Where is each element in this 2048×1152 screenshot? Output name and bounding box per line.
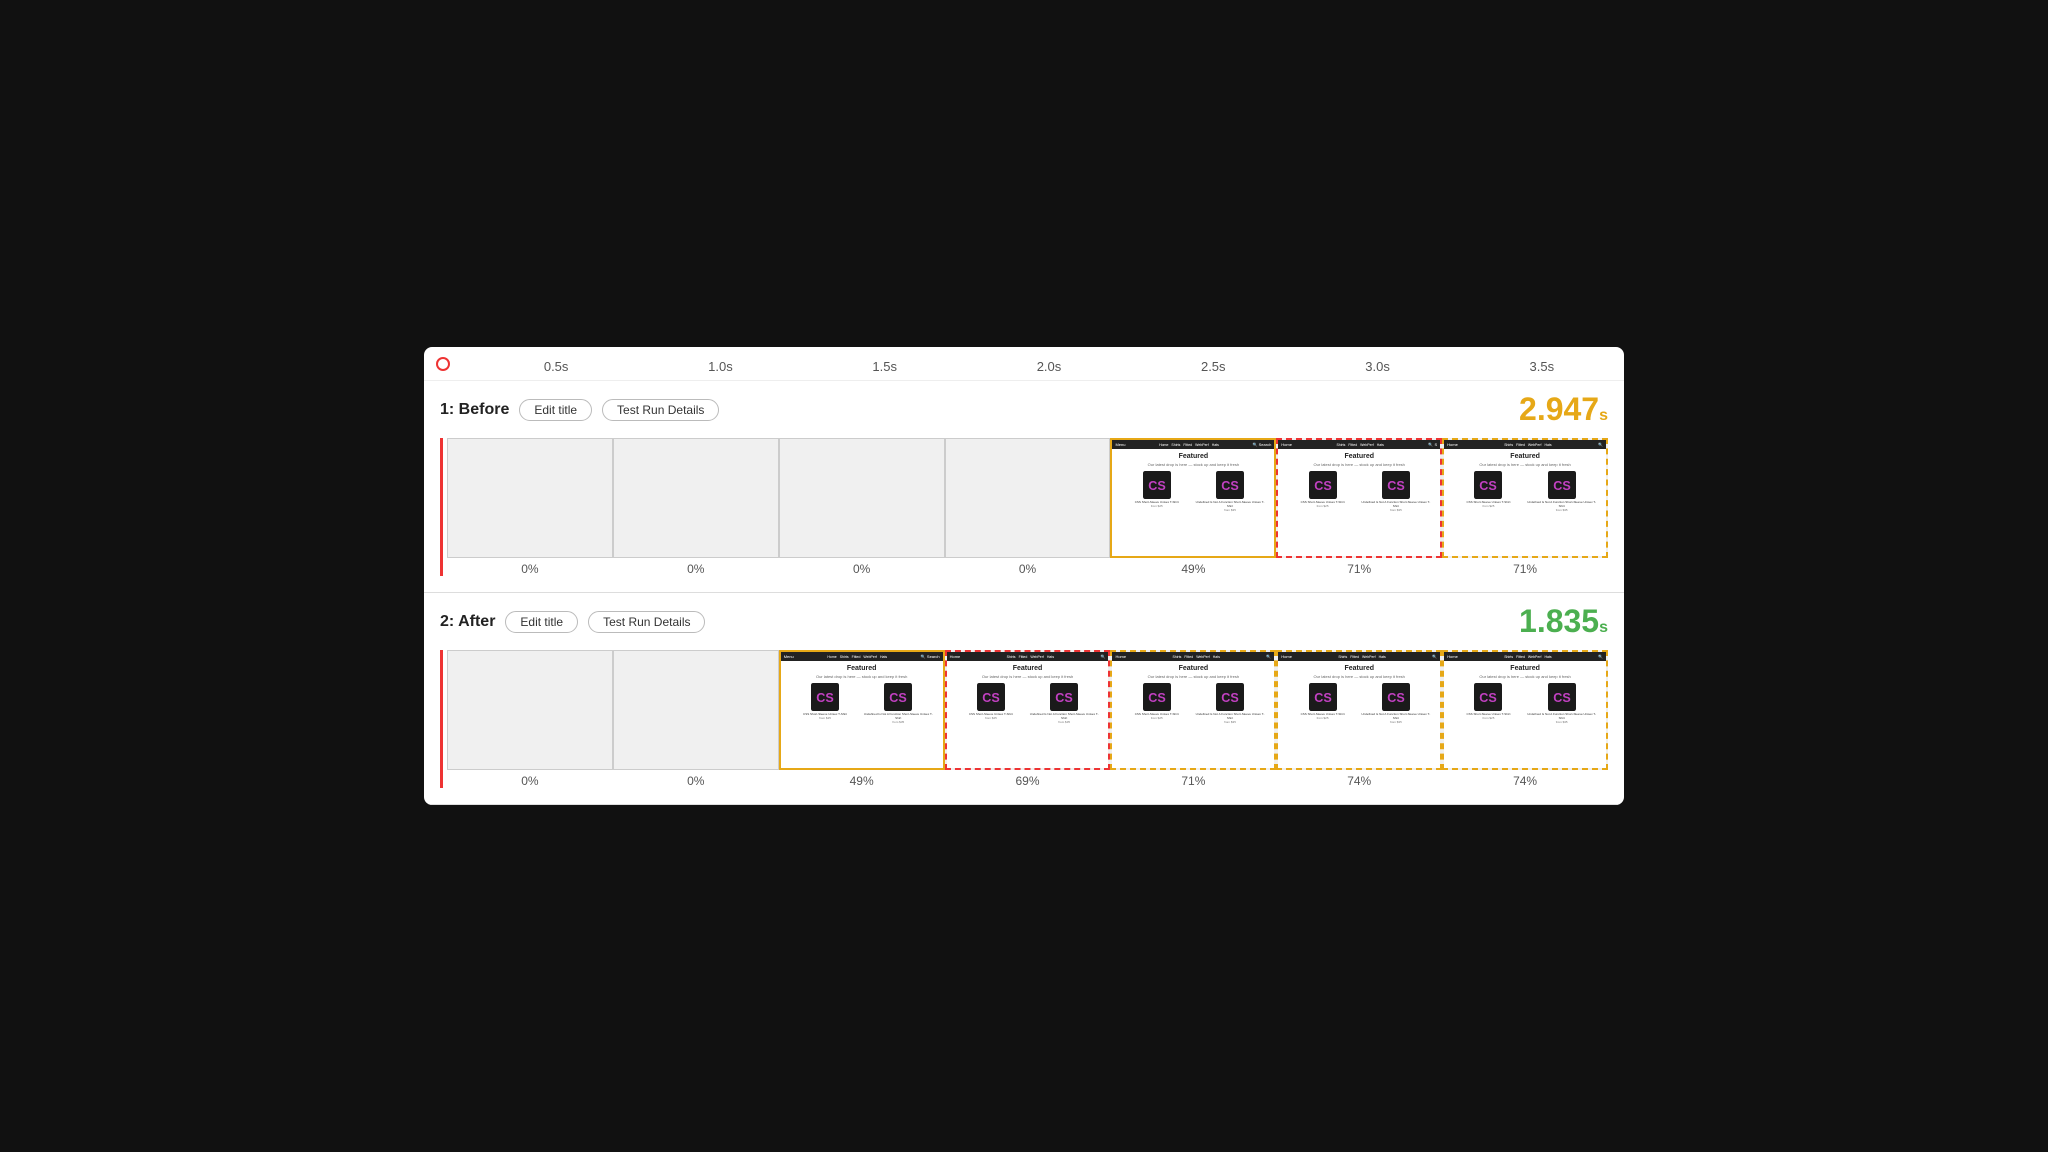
tick-0.5s: 0.5s [486,359,626,374]
frame-thumb-after-1[interactable] [613,650,779,770]
svg-text:CS: CS [816,691,834,705]
svg-text:CS: CS [1314,691,1332,705]
frame-thumb-after-6[interactable]: HomeShirtsFittedWebPerfHats🔍FeaturedOur … [1442,650,1608,770]
frame-thumb-before-2[interactable] [779,438,945,558]
frame-col-before-2: 0% [779,438,945,576]
frame-pct-before-6: 71% [1513,562,1537,576]
svg-text:CS: CS [1148,479,1166,493]
frame-col-before-6: HomeShirtsFittedWebPerfHats🔍FeaturedOur … [1442,438,1608,576]
svg-text:CS: CS [1148,691,1166,705]
section-before: 1: Before Edit title Test Run Details 2.947… [424,381,1624,593]
frame-pct-after-6: 74% [1513,774,1537,788]
frame-pct-before-4: 49% [1181,562,1205,576]
frame-col-before-4: MenuHomeShirtsFittedWebPerfHats🔍 SearchF… [1110,438,1276,576]
frame-thumb-before-0[interactable] [447,438,613,558]
section-title-before: 1: Before [440,401,509,419]
test-run-button-before[interactable]: Test Run Details [602,399,719,421]
frame-pct-after-2: 49% [850,774,874,788]
frame-thumb-after-4[interactable]: HomeShirtsFittedWebPerfHats🔍FeaturedOur … [1110,650,1276,770]
svg-text:CS: CS [1055,691,1073,705]
filmstrip-after: 0% 0% MenuHomeShirtsFittedWebPerfHats🔍 Sea… [440,650,1608,788]
tick-2.5s: 2.5s [1143,359,1283,374]
frame-col-after-4: HomeShirtsFittedWebPerfHats🔍FeaturedOur … [1110,650,1276,788]
edit-title-button-after[interactable]: Edit title [505,611,578,633]
frame-thumb-before-5[interactable]: HomeShirtsFittedWebPerfHats🔍 SFeaturedOu… [1276,438,1442,558]
frame-col-after-1: 0% [613,650,779,788]
main-container: 0.5s 1.0s 1.5s 2.0s 2.5s 3.0s 3.5s 1: Before Ed… [424,347,1624,805]
frame-pct-after-0: 0% [521,774,538,788]
svg-text:CS: CS [1480,479,1498,493]
frame-col-before-0: 0% [447,438,613,576]
section-after: 2: After Edit title Test Run Details 1.835s… [424,593,1624,805]
frame-thumb-before-3[interactable] [945,438,1111,558]
frame-col-after-2: MenuHomeShirtsFittedWebPerfHats🔍 SearchF… [779,650,945,788]
frame-col-after-0: 0% [447,650,613,788]
tick-3.0s: 3.0s [1308,359,1448,374]
frame-thumb-before-6[interactable]: HomeShirtsFittedWebPerfHats🔍FeaturedOur … [1442,438,1608,558]
section-title-after: 2: After [440,613,495,631]
frame-col-after-5: HomeShirtsFittedWebPerfHats🔍FeaturedOur … [1276,650,1442,788]
section-header-after: 2: After Edit title Test Run Details 1.835s [440,603,1608,640]
filmstrip-before: 0% 0% 0% 0% MenuHomeShirtsFittedWebPerfHats🔍… [440,438,1608,576]
frame-pct-after-4: 71% [1181,774,1205,788]
frame-thumb-before-1[interactable] [613,438,779,558]
svg-text:CS: CS [982,691,1000,705]
timeline-bar-after [440,650,443,788]
metric-badge-after: 1.835s [1519,603,1608,640]
tick-2.0s: 2.0s [979,359,1119,374]
svg-text:CS: CS [1387,479,1405,493]
svg-text:CS: CS [1387,691,1405,705]
metric-badge-before: 2.947s [1519,391,1608,428]
test-run-button-after[interactable]: Test Run Details [588,611,705,633]
svg-text:CS: CS [1221,479,1239,493]
frame-thumb-before-4[interactable]: MenuHomeShirtsFittedWebPerfHats🔍 SearchF… [1110,438,1276,558]
timeline-marker [436,357,450,371]
frame-pct-before-2: 0% [853,562,870,576]
frame-pct-before-0: 0% [521,562,538,576]
frame-col-before-1: 0% [613,438,779,576]
svg-text:CS: CS [1553,479,1571,493]
tick-1.5s: 1.5s [815,359,955,374]
frame-pct-before-5: 71% [1347,562,1371,576]
frame-col-before-5: HomeShirtsFittedWebPerfHats🔍 SFeaturedOu… [1276,438,1442,576]
frame-col-after-3: HomeShirtsFittedWebPerfHats🔍FeaturedOur … [945,650,1111,788]
frame-thumb-after-5[interactable]: HomeShirtsFittedWebPerfHats🔍FeaturedOur … [1276,650,1442,770]
timeline-ticks: 0.5s 1.0s 1.5s 2.0s 2.5s 3.0s 3.5s [444,359,1624,374]
metric-unit: s [1599,619,1608,636]
svg-text:CS: CS [1553,691,1571,705]
frame-pct-after-3: 69% [1015,774,1039,788]
svg-text:CS: CS [1221,691,1239,705]
edit-title-button-before[interactable]: Edit title [519,399,592,421]
tick-1.0s: 1.0s [650,359,790,374]
frame-pct-before-3: 0% [1019,562,1036,576]
metric-unit: s [1599,407,1608,424]
timeline-header: 0.5s 1.0s 1.5s 2.0s 2.5s 3.0s 3.5s [424,347,1624,381]
frame-thumb-after-2[interactable]: MenuHomeShirtsFittedWebPerfHats🔍 SearchF… [779,650,945,770]
timeline-bar-before [440,438,443,576]
frame-col-after-6: HomeShirtsFittedWebPerfHats🔍FeaturedOur … [1442,650,1608,788]
frame-thumb-after-3[interactable]: HomeShirtsFittedWebPerfHats🔍FeaturedOur … [945,650,1111,770]
frame-thumb-after-0[interactable] [447,650,613,770]
frame-col-before-3: 0% [945,438,1111,576]
svg-text:CS: CS [1314,479,1332,493]
svg-text:CS: CS [890,691,908,705]
svg-text:CS: CS [1480,691,1498,705]
section-header-before: 1: Before Edit title Test Run Details 2.947… [440,391,1608,428]
frame-pct-before-1: 0% [687,562,704,576]
frame-pct-after-5: 74% [1347,774,1371,788]
tick-3.5s: 3.5s [1472,359,1612,374]
frame-pct-after-1: 0% [687,774,704,788]
